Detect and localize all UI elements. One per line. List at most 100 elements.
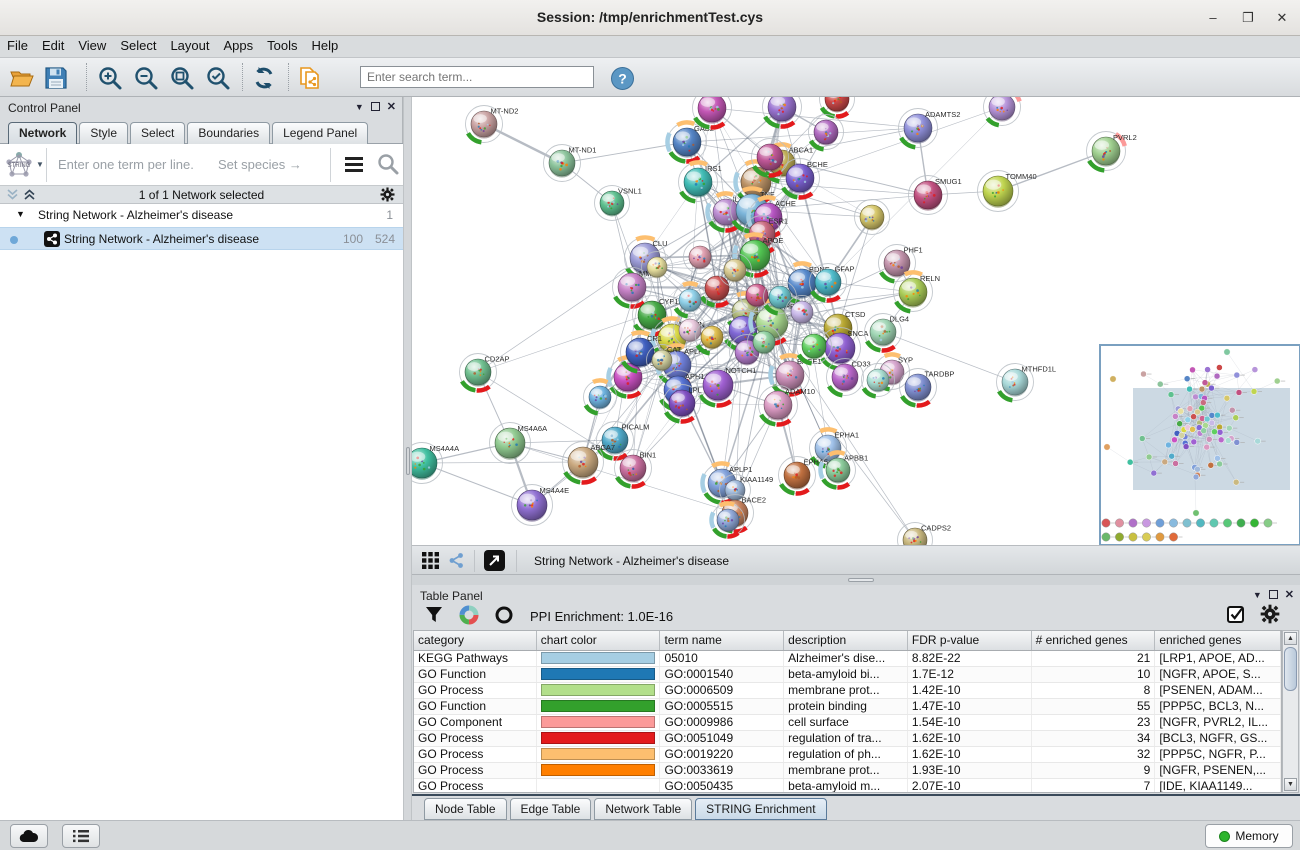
graph-node[interactable] — [584, 380, 617, 413]
tab-edge-table[interactable]: Edge Table — [510, 798, 592, 820]
graph-node[interactable] — [693, 97, 732, 128]
save-session-icon[interactable] — [42, 64, 70, 92]
horizontal-splitter[interactable] — [412, 575, 1300, 585]
tab-node-table[interactable]: Node Table — [424, 798, 507, 820]
open-in-string-icon[interactable] — [484, 550, 505, 574]
graph-node[interactable]: TOMM40 — [978, 171, 1037, 212]
splitter-handle[interactable] — [406, 447, 410, 475]
table-settings-gear-icon[interactable] — [1260, 604, 1280, 629]
graph-node[interactable] — [763, 97, 802, 127]
menu-layout[interactable]: Layout — [163, 36, 216, 53]
scrollbar-thumb[interactable] — [1284, 647, 1297, 691]
zoom-selected-icon[interactable] — [204, 64, 232, 92]
tab-legend-panel[interactable]: Legend Panel — [272, 122, 368, 144]
graph-node[interactable] — [855, 200, 890, 235]
graph-node[interactable]: MS4A6A — [490, 423, 548, 464]
graph-node[interactable]: ABCA7 — [563, 442, 616, 483]
column-header[interactable]: description — [784, 631, 908, 650]
string-search-icon[interactable] — [376, 152, 400, 181]
network-options-gear-icon[interactable] — [380, 187, 395, 205]
birdseye-panel[interactable] — [1100, 345, 1300, 545]
filter-icon[interactable] — [424, 605, 444, 630]
menu-file[interactable]: File — [0, 36, 35, 53]
string-query-input[interactable]: Enter one term per line. — [58, 157, 194, 172]
scroll-down-icon[interactable]: ▼ — [1284, 778, 1297, 791]
graph-node[interactable]: RELN — [894, 272, 941, 311]
tab-style[interactable]: Style — [79, 122, 128, 144]
scroll-up-icon[interactable]: ▲ — [1284, 632, 1297, 645]
network-collection-row[interactable]: ▼ String Network - Alzheimer's disease 1 — [0, 204, 403, 227]
table-row[interactable]: GO ComponentGO:0009986cell surface1.54E-… — [414, 715, 1281, 731]
ring-chart-icon[interactable] — [494, 605, 514, 630]
table-row[interactable]: GO FunctionGO:0001540beta-amyloid bi...1… — [414, 667, 1281, 683]
graph-node[interactable] — [752, 139, 789, 176]
graph-node[interactable]: CD2AP — [460, 354, 510, 391]
zoom-out-icon[interactable] — [132, 64, 160, 92]
graph-node[interactable]: TARDBP — [900, 369, 955, 406]
column-header[interactable]: chart color — [537, 631, 661, 650]
tab-boundaries[interactable]: Boundaries — [187, 122, 270, 144]
network-row-selected[interactable]: String Network - Alzheimer's disease 100… — [0, 227, 403, 250]
column-header[interactable]: enriched genes — [1155, 631, 1281, 650]
graph-node[interactable] — [797, 329, 832, 364]
menu-tools[interactable]: Tools — [260, 36, 304, 53]
graph-node[interactable] — [820, 97, 855, 117]
string-menu-icon[interactable] — [342, 152, 366, 181]
clone-network-icon[interactable] — [296, 64, 324, 92]
collapse-triangle-icon[interactable]: ▼ — [16, 209, 25, 219]
table-row[interactable]: GO ProcessGO:0006509membrane prot...1.42… — [414, 683, 1281, 699]
maximize-button[interactable]: ❐ — [1237, 8, 1259, 28]
string-logo-icon[interactable]: STRING — [4, 150, 34, 185]
select-rows-icon[interactable] — [1226, 605, 1246, 630]
menu-apps[interactable]: Apps — [217, 36, 261, 53]
graph-node[interactable]: VSNL1 — [595, 186, 642, 221]
menu-view[interactable]: View — [71, 36, 113, 53]
tab-network-table[interactable]: Network Table — [594, 798, 692, 820]
help-icon[interactable]: ? — [608, 64, 636, 92]
pie-chart-icon[interactable] — [459, 605, 479, 630]
menu-help[interactable]: Help — [305, 36, 346, 53]
close-panel-icon[interactable]: ✕ — [1285, 588, 1294, 601]
column-header[interactable]: term name — [660, 631, 784, 650]
float-panel-icon[interactable] — [1269, 590, 1278, 599]
graph-node[interactable]: BIN1 — [615, 450, 657, 487]
menu-edit[interactable]: Edit — [35, 36, 71, 53]
table-row[interactable]: GO ProcessGO:0033619membrane prot...1.93… — [414, 763, 1281, 779]
menu-select[interactable]: Select — [113, 36, 163, 53]
refresh-icon[interactable] — [250, 64, 278, 92]
species-hint[interactable]: Set species → — [218, 157, 302, 172]
vertical-splitter[interactable] — [403, 97, 412, 820]
open-session-icon[interactable] — [8, 64, 36, 92]
table-row[interactable]: KEGG Pathways05010Alzheimer's dise...8.8… — [414, 651, 1281, 667]
search-input[interactable] — [360, 66, 594, 88]
graph-node[interactable] — [809, 115, 844, 150]
table-scrollbar[interactable]: ▲ ▼ — [1282, 630, 1299, 793]
panel-menu-icon[interactable]: ▼ — [355, 102, 364, 112]
tab-select[interactable]: Select — [130, 122, 185, 144]
network-graph[interactable]: MT-ND2MT-ND1VSNL1GAB2IRS1CHATABCA1BCHEIL… — [412, 97, 1300, 545]
birdseye-toggle-icon[interactable] — [422, 552, 439, 572]
zoom-in-icon[interactable] — [96, 64, 124, 92]
graph-node[interactable]: MT-ND1 — [544, 145, 597, 182]
column-header[interactable]: # enriched genes — [1032, 631, 1156, 650]
close-button[interactable]: ✕ — [1271, 8, 1293, 28]
column-header[interactable]: FDR p-value — [908, 631, 1032, 650]
chevron-down-icon[interactable]: ▼ — [36, 160, 44, 169]
column-header[interactable]: category — [414, 631, 537, 650]
table-row[interactable]: GO ProcessGO:0019220regulation of ph...1… — [414, 747, 1281, 763]
table-row[interactable]: GO FunctionGO:0005515protein binding1.47… — [414, 699, 1281, 715]
memory-button[interactable]: Memory — [1205, 824, 1293, 848]
graph-node[interactable]: MS4A4E — [512, 485, 570, 526]
tab-network[interactable]: Network — [8, 122, 77, 144]
graph-node[interactable]: PVRL2 — [1087, 132, 1137, 171]
network-canvas[interactable]: MT-ND2MT-ND1VSNL1GAB2IRS1CHATABCA1BCHEIL… — [412, 97, 1300, 545]
graph-node[interactable]: MTHFD1L — [997, 364, 1057, 401]
cloud-tasks-button[interactable] — [10, 824, 48, 848]
graph-node[interactable]: ADAM10 — [759, 386, 816, 425]
minimize-button[interactable]: – — [1202, 8, 1224, 28]
table-row[interactable]: GO ProcessGO:0050435beta-amyloid m...2.0… — [414, 779, 1281, 793]
panel-menu-icon[interactable]: ▼ — [1253, 590, 1262, 600]
share-network-icon[interactable] — [448, 552, 465, 572]
splitter-handle[interactable] — [848, 578, 874, 582]
graph-node[interactable]: SMUG1 — [909, 176, 962, 215]
